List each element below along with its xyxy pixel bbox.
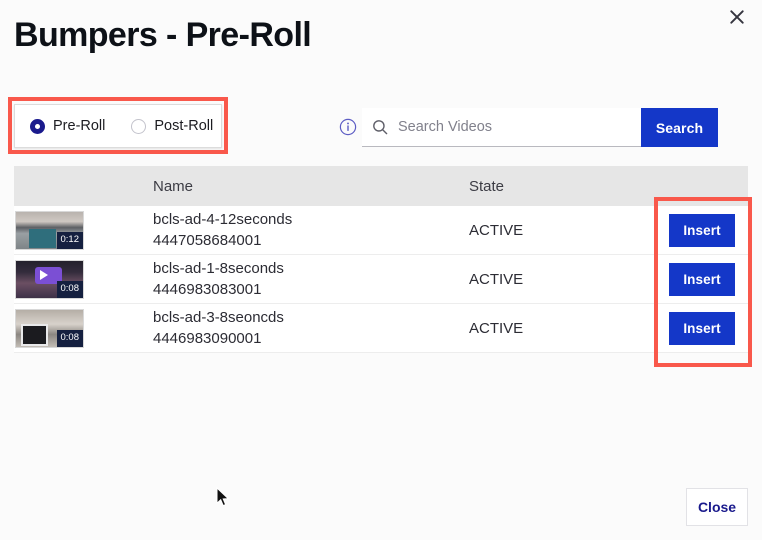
video-id: 4446983083001 — [153, 281, 262, 298]
table-header-state: State — [469, 177, 505, 195]
state-cell: ACTIVE — [469, 319, 524, 337]
search-bar: Search — [362, 108, 718, 147]
thumbnail-cell: 0:08 — [14, 259, 153, 299]
state-cell: ACTIVE — [469, 221, 524, 239]
search-input[interactable] — [398, 119, 641, 135]
table-row[interactable]: 0:08 bcls-ad-3-8seoncds 4446983090001 AC… — [14, 304, 748, 353]
video-id: 4446983090001 — [153, 330, 262, 347]
radio-option-pre-roll[interactable]: Pre-Roll — [30, 118, 105, 134]
video-name: bcls-ad-3-8seoncds — [153, 308, 284, 326]
roll-type-radio-group: Pre-Roll Post-Roll — [14, 104, 222, 148]
table-row[interactable]: 0:12 bcls-ad-4-12seconds 4447058684001 A… — [14, 206, 748, 255]
radio-dot-pre-roll[interactable] — [30, 118, 45, 134]
page-title: Bumpers - Pre-Roll — [14, 16, 312, 54]
table-header-name: Name — [153, 177, 194, 195]
magnifier-icon — [373, 120, 388, 135]
bumpers-dialog: Bumpers - Pre-Roll Pre-Roll Post-Roll Se… — [0, 0, 762, 540]
videos-table: Name State 0:12 bcls-ad-4-12seconds 4447… — [14, 166, 748, 353]
info-circle-icon[interactable] — [339, 118, 357, 136]
radio-dot-post-roll[interactable] — [131, 118, 147, 134]
video-id: 4447058684001 — [153, 232, 262, 249]
video-name: bcls-ad-4-12seconds — [153, 210, 293, 228]
thumbnail-cell: 0:08 — [14, 308, 153, 348]
table-row[interactable]: 0:08 bcls-ad-1-8seconds 4446983083001 AC… — [14, 255, 748, 304]
search-button[interactable]: Search — [641, 108, 718, 147]
duration-badge: 0:08 — [56, 281, 83, 298]
action-cell: Insert — [655, 213, 748, 247]
close-x-icon[interactable] — [722, 2, 752, 32]
video-name: bcls-ad-1-8seconds — [153, 259, 284, 277]
thumbnail-cell: 0:12 — [14, 210, 153, 250]
action-cell: Insert — [655, 262, 748, 296]
video-thumbnail: 0:08 — [15, 259, 84, 299]
duration-badge: 0:08 — [56, 330, 83, 347]
state-cell: ACTIVE — [469, 270, 524, 288]
video-thumbnail: 0:08 — [15, 308, 84, 348]
search-field[interactable] — [362, 108, 641, 147]
duration-badge: 0:12 — [56, 232, 83, 249]
radio-option-post-roll[interactable]: Post-Roll — [131, 118, 213, 134]
radio-label-post-roll: Post-Roll — [154, 118, 214, 134]
name-cell: bcls-ad-3-8seoncds 4446983090001 — [153, 308, 469, 348]
video-thumbnail: 0:12 — [15, 210, 84, 250]
insert-button[interactable]: Insert — [669, 262, 735, 296]
close-button[interactable]: Close — [686, 488, 748, 526]
action-cell: Insert — [655, 311, 748, 345]
mouse-cursor — [216, 486, 231, 514]
name-cell: bcls-ad-4-12seconds 4447058684001 — [153, 210, 469, 250]
table-header-row: Name State — [14, 166, 748, 206]
name-cell: bcls-ad-1-8seconds 4446983083001 — [153, 259, 469, 299]
radio-label-pre-roll: Pre-Roll — [53, 118, 106, 134]
insert-button[interactable]: Insert — [669, 311, 735, 345]
insert-button[interactable]: Insert — [669, 213, 735, 247]
